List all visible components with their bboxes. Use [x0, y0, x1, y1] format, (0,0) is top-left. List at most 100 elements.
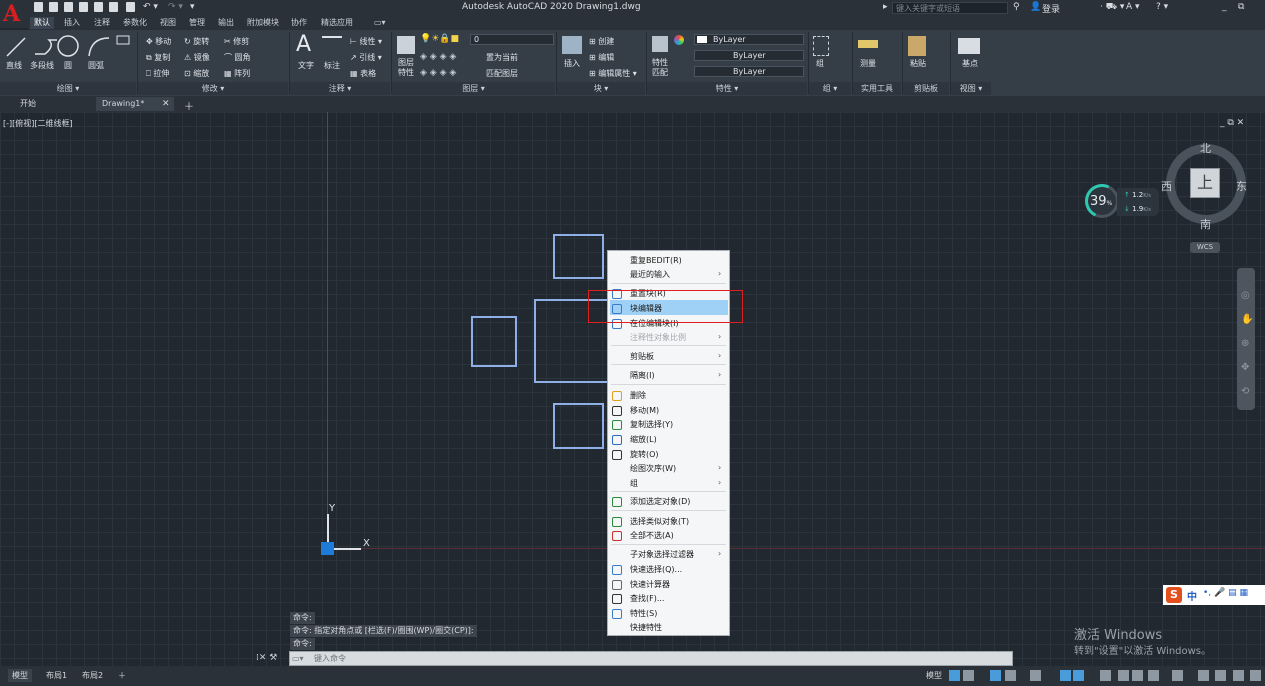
menu-item[interactable]: 旋转(O) [630, 449, 659, 460]
save-icon[interactable] [64, 2, 73, 12]
scale-button[interactable]: ⊡ 缩放 [184, 68, 209, 79]
trim-button[interactable]: ✂ 修剪 [224, 36, 249, 47]
view-panel-title[interactable]: 视图 ▾ [951, 82, 991, 95]
create-block-button[interactable]: ⊞ 创建 [589, 36, 614, 47]
search-binoculars-icon[interactable]: ⚲ [1013, 2, 1020, 12]
add-layout-icon[interactable]: ＋ [114, 669, 130, 682]
tab-addins[interactable]: 附加模块 [243, 17, 283, 29]
undo-icon[interactable]: ↶ ▾ [143, 2, 158, 12]
layer-properties-button[interactable]: 图层 特性 [398, 58, 414, 78]
make-current-button[interactable]: 置为当前 [486, 52, 518, 63]
linear-button[interactable]: ⊢ 线性 ▾ [350, 36, 382, 47]
paste-button[interactable]: 粘贴 [910, 58, 926, 69]
menu-item[interactable]: 缩放(L) [630, 434, 657, 445]
tab-view[interactable]: 视图 [156, 17, 180, 29]
sogou-icon[interactable]: S [1166, 587, 1182, 603]
customization-menu-icon[interactable] [1250, 670, 1261, 681]
menu-item[interactable]: 全部不选(A) [630, 530, 674, 541]
base-point-icon[interactable] [958, 38, 980, 54]
search-expand-icon[interactable]: ▸ [883, 2, 888, 12]
help-icon[interactable]: ? ▾ [1156, 2, 1168, 12]
compass-north[interactable]: 北 [1200, 140, 1211, 156]
command-recent-icon[interactable]: ▭▾ [292, 654, 304, 663]
new-icon[interactable] [34, 2, 43, 12]
match-properties-button[interactable]: 特性 匹配 [652, 58, 668, 78]
polar-icon[interactable] [1005, 670, 1016, 681]
fillet-button[interactable]: ⌒ 圆角 [224, 52, 251, 63]
ime-chinese-mode[interactable]: 中 [1187, 588, 1197, 603]
units-icon[interactable] [1215, 670, 1226, 681]
grid-icon[interactable] [949, 670, 960, 681]
ime-tool-icons[interactable]: •, 🎤 ▤ ▦ [1203, 588, 1248, 598]
lineweight-dropdown[interactable]: ByLayer [694, 66, 804, 77]
tab-parametric[interactable]: 参数化 [119, 17, 151, 29]
viewport-controls-label[interactable]: [-][俯视][二维线框] [3, 118, 73, 129]
layout-tab-2[interactable]: 布局2 [78, 669, 107, 682]
stretch-button[interactable]: ⎕ 拉伸 [146, 68, 169, 79]
workspace-gear-icon[interactable] [1172, 670, 1183, 681]
table-button[interactable]: ▦ 表格 [350, 68, 376, 79]
array-button[interactable]: ▦ 阵列 [224, 68, 250, 79]
layer-state-icons[interactable]: 💡☀🔒■ [420, 34, 460, 46]
compass-west[interactable]: 西 [1161, 178, 1172, 194]
customize-qat-icon[interactable]: ▾ [190, 2, 195, 12]
menu-item[interactable]: 查找(F)... [630, 593, 664, 604]
menu-item[interactable]: 选择类似对象(T) [630, 516, 689, 527]
edit-attributes-button[interactable]: ⊞ 编辑属性 ▾ [589, 68, 637, 79]
menu-item[interactable]: 快速计算器 [630, 579, 670, 590]
login-button[interactable]: 登录 [1042, 2, 1060, 15]
measure-icon[interactable] [858, 40, 878, 48]
tab-featured-apps[interactable]: 精选应用 [317, 17, 357, 29]
match-layer-button[interactable]: 匹配图层 [486, 68, 518, 79]
match-properties-icon[interactable] [652, 36, 668, 52]
menu-item[interactable]: 复制选择(Y) [630, 419, 673, 430]
ortho-icon[interactable] [990, 670, 1001, 681]
color-wheel-icon[interactable] [674, 35, 684, 45]
tab-insert[interactable]: 插入 [60, 17, 84, 29]
menu-item[interactable]: 添加选定对象(D) [630, 496, 690, 507]
menu-item[interactable]: 剪贴板 [630, 351, 654, 362]
menu-item[interactable]: 隔离(I) [630, 370, 655, 381]
tab-manage[interactable]: 管理 [185, 17, 209, 29]
menu-item[interactable]: 快捷特性 [630, 622, 662, 633]
drawn-rectangle[interactable] [553, 234, 604, 279]
leader-button[interactable]: ↗ 引线 ▾ [350, 52, 382, 63]
insert-button[interactable]: 插入 [564, 58, 580, 69]
restore-icon[interactable]: ⧉ [1238, 2, 1244, 12]
open-web-icon[interactable] [94, 2, 103, 12]
annotation-scale-icon[interactable] [1148, 670, 1159, 681]
polyline-button[interactable]: 多段线 [30, 60, 54, 71]
layers-panel-title[interactable]: 图层 ▾ [392, 82, 555, 95]
group-icon[interactable] [813, 36, 829, 56]
menu-item[interactable]: 绘图次序(W) [630, 463, 676, 474]
close-tab-icon[interactable]: ✕ [162, 99, 170, 109]
utilities-panel-title[interactable]: 实用工具 [853, 82, 901, 95]
menu-item[interactable]: 注释性对象比例 [630, 332, 686, 343]
application-menu-button[interactable]: A [0, 0, 28, 28]
object-snap-icon[interactable] [1073, 670, 1084, 681]
base-point-button[interactable]: 基点 [962, 58, 978, 69]
paste-icon[interactable] [908, 36, 926, 56]
clipboard-panel-title[interactable]: 剪贴板 [903, 82, 949, 95]
model-space-button[interactable]: 模型 [922, 669, 946, 682]
text-icon[interactable]: A [296, 32, 311, 57]
dimension-icon[interactable] [322, 36, 342, 56]
draw-tools-icons[interactable] [5, 34, 135, 60]
edit-block-button[interactable]: ⊞ 编辑 [589, 52, 614, 63]
layout-tab-1[interactable]: 布局1 [42, 669, 71, 682]
cart-icon[interactable]: · ⛟ ▾ [1100, 2, 1124, 13]
line-button[interactable]: 直线 [6, 60, 22, 71]
viewport-window-controls[interactable]: _ ⧉ ✕ [1220, 118, 1244, 128]
layer-properties-icon[interactable] [397, 36, 415, 54]
layer-tools2-icons[interactable]: ◈ ◈ ◈ ◈ [420, 68, 456, 78]
save-web-icon[interactable] [109, 2, 118, 12]
properties-panel-title[interactable]: 特性 ▾ [647, 82, 807, 95]
command-close-icon[interactable]: ⁞✕ ⚒ [256, 653, 277, 663]
rotate-button[interactable]: ↻ 旋转 [184, 36, 209, 47]
menu-item[interactable]: 组 [630, 478, 638, 489]
insert-block-icon[interactable] [562, 36, 582, 54]
tab-home[interactable]: 默认 [30, 17, 54, 29]
drawn-rectangle[interactable] [553, 403, 604, 449]
command-input[interactable]: 键入命令 [289, 651, 1013, 666]
menu-item[interactable]: 特性(S) [630, 608, 657, 619]
